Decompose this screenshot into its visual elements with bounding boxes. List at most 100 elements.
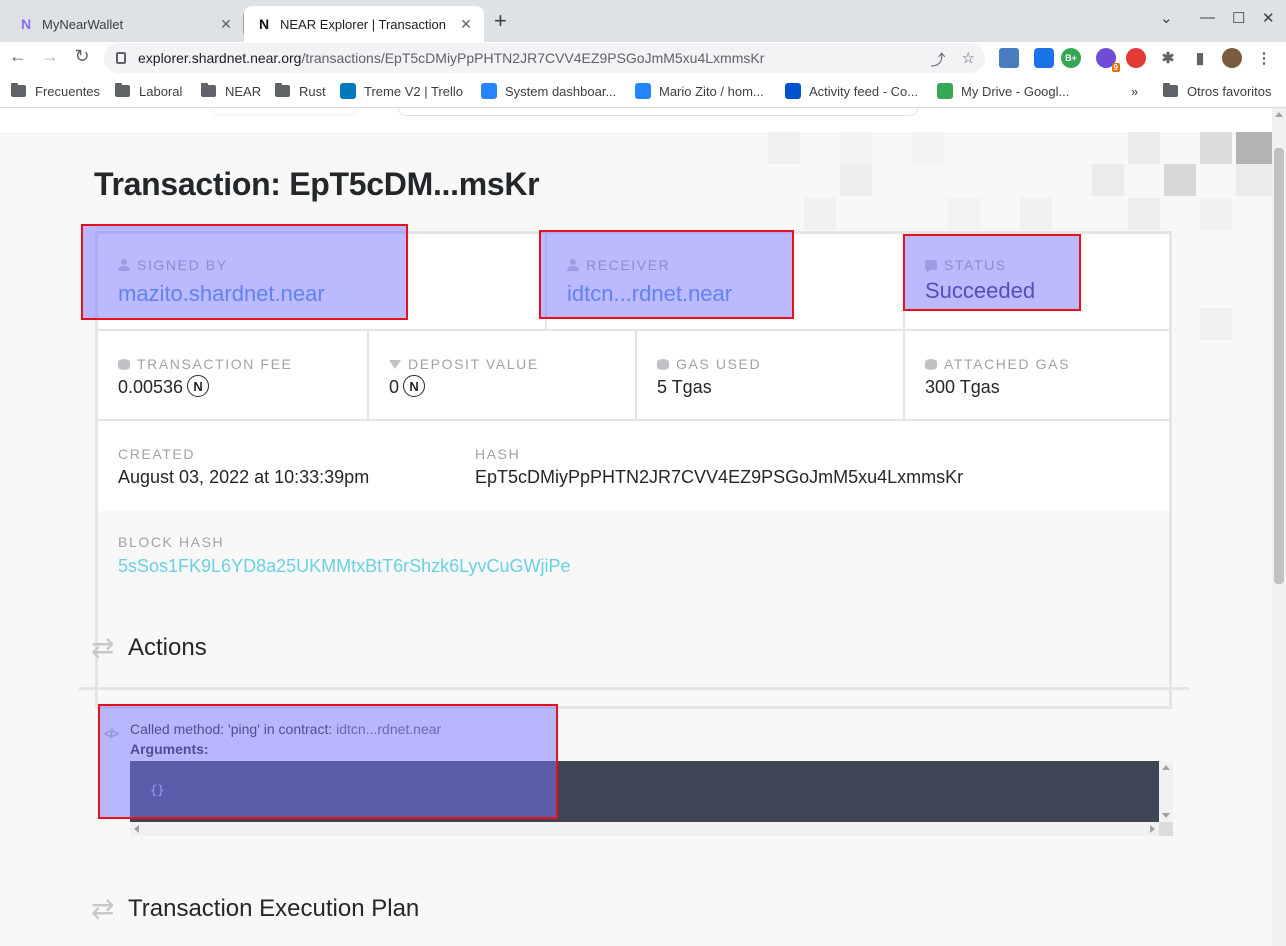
decor-tile: [1128, 132, 1160, 164]
menu-kebab-icon[interactable]: ⋮: [1254, 48, 1274, 68]
status-value: Succeeded: [925, 278, 1036, 303]
bookmark-otros-favoritos[interactable]: Otros favoritos: [1163, 82, 1272, 100]
bookmark-star-icon[interactable]: ☆: [962, 49, 975, 70]
contract-link[interactable]: idtcn...rdnet.near: [336, 721, 441, 737]
near-token-icon: N: [403, 375, 426, 398]
new-tab-button[interactable]: +: [494, 10, 507, 32]
tab-search-icon[interactable]: ⌄: [1160, 9, 1173, 27]
url-host: explorer.shardnet.near.org: [138, 50, 302, 66]
browser-toolbar: ← → ↻ explorer.shardnet.near.org/transac…: [0, 42, 1286, 74]
transaction-fee-label: TRANSACTION FEE: [118, 356, 292, 372]
bookmark-frecuentes[interactable]: Frecuentes: [11, 82, 100, 100]
bookmark-label: Laboral: [139, 83, 183, 99]
bookmark-label: Rust: [299, 83, 326, 99]
decor-tile: [1200, 198, 1232, 230]
bookmark-system-dashboard[interactable]: System dashboar...: [481, 82, 616, 100]
close-icon[interactable]: ✕: [216, 16, 236, 33]
maximize-icon[interactable]: ☐: [1232, 9, 1245, 27]
bookmark-trello[interactable]: Treme V2 | Trello: [340, 82, 463, 100]
code-vertical-scrollbar[interactable]: [1159, 761, 1173, 822]
network-selector[interactable]: [214, 108, 356, 114]
folder-icon: [201, 83, 216, 97]
actions-heading: ⇄ Actions: [91, 631, 207, 664]
code-horizontal-scrollbar[interactable]: [130, 822, 1173, 836]
address-bar[interactable]: explorer.shardnet.near.org/transactions/…: [104, 43, 985, 73]
trello-icon: [340, 83, 356, 99]
receiver-cell: RECEIVER idtcn...rdnet.near: [545, 234, 903, 329]
attached-gas-value: 300 Tgas: [925, 377, 1000, 397]
extension-b-icon[interactable]: B+: [1061, 48, 1081, 68]
bookmark-my-drive[interactable]: My Drive - Googl...: [937, 82, 1069, 100]
extension-red-icon[interactable]: [1126, 48, 1146, 68]
near-token-icon: N: [187, 375, 210, 398]
minimize-icon[interactable]: —: [1200, 9, 1215, 26]
forward-icon[interactable]: →: [39, 46, 61, 67]
transaction-fee-value: 0.00536 N: [118, 375, 210, 399]
jira-icon: [481, 83, 497, 99]
decor-tile: [1020, 198, 1052, 230]
folder-icon: [1163, 83, 1178, 97]
tab-near-explorer[interactable]: N NEAR Explorer | Transaction ✕: [244, 6, 484, 42]
execution-plan-heading-text: Transaction Execution Plan: [128, 894, 420, 922]
bookmark-label: Otros favoritos: [1187, 83, 1272, 99]
bookmark-label: Treme V2 | Trello: [364, 83, 463, 99]
execution-plan-heading: ⇄ Transaction Execution Plan: [91, 892, 419, 925]
bitbucket-icon: [635, 83, 651, 99]
arrows-exchange-icon: ⇄: [91, 893, 115, 924]
bookmark-rust[interactable]: Rust: [275, 82, 326, 100]
bookmark-label: NEAR: [225, 83, 262, 99]
transaction-fee-cell: TRANSACTION FEE 0.00536 N: [98, 331, 367, 419]
arrows-exchange-icon: ⇄: [91, 632, 115, 663]
bookmark-label: Frecuentes: [35, 83, 101, 99]
called-method-text: Called method: 'ping' in contract: idtcn…: [130, 721, 442, 737]
scroll-up-arrow[interactable]: [1275, 112, 1283, 117]
decor-tile: [840, 164, 872, 196]
share-icon[interactable]: ⤴: [931, 49, 946, 70]
coins-icon: [118, 358, 130, 370]
code-icon: </>: [104, 726, 119, 741]
reload-icon[interactable]: ↻: [71, 46, 93, 67]
decor-tile: [948, 198, 980, 230]
search-bar[interactable]: [398, 108, 918, 116]
extension-gear-icon[interactable]: 9: [1096, 48, 1120, 72]
bookmark-mario-zito[interactable]: Mario Zito / hom...: [635, 82, 764, 100]
side-panel-icon[interactable]: ▮: [1190, 48, 1210, 68]
near-wallet-icon: N: [20, 16, 32, 32]
bookmark-near[interactable]: NEAR: [201, 82, 261, 100]
url-path: /transactions/EpT5cDMiyPpPHTN2JR7CVV4EZ9…: [301, 50, 765, 66]
page-scrollbar[interactable]: [1272, 108, 1286, 946]
extension-link-icon[interactable]: [1034, 48, 1054, 68]
gas-used-label: GAS USED: [657, 356, 761, 372]
window-close-icon[interactable]: ✕: [1262, 9, 1275, 27]
signed-by-link[interactable]: mazito.shardnet.near: [118, 281, 325, 307]
tab-mynearwallet[interactable]: N MyNearWallet ✕: [8, 6, 244, 42]
bookmarks-overflow-icon[interactable]: »: [1131, 82, 1138, 100]
back-icon[interactable]: ←: [7, 46, 29, 67]
gas-used-cell: GAS USED 5 Tgas: [635, 331, 903, 419]
decor-tile: [1200, 132, 1232, 164]
decor-tile: [912, 132, 944, 164]
folder-icon: [115, 83, 130, 97]
bookmark-activity-feed[interactable]: Activity feed - Co...: [785, 82, 918, 100]
browser-tab-bar: N MyNearWallet ✕ N NEAR Explorer | Trans…: [0, 0, 1286, 42]
extensions-puzzle-icon[interactable]: ✱: [1158, 48, 1178, 68]
scrollbar-thumb[interactable]: [1274, 148, 1284, 584]
bookmark-label: System dashboar...: [505, 83, 617, 99]
close-icon[interactable]: ✕: [456, 16, 476, 33]
extension-image-icon[interactable]: [999, 48, 1019, 68]
arguments-code-box[interactable]: {}: [130, 761, 1159, 822]
bookmark-laboral[interactable]: Laboral: [115, 82, 182, 100]
folder-icon: [275, 83, 290, 97]
decor-tile: [768, 132, 800, 164]
lock-icon[interactable]: [116, 52, 126, 64]
user-icon: [118, 259, 130, 271]
receiver-link[interactable]: idtcn...rdnet.near: [567, 281, 732, 307]
deposit-value-label: DEPOSIT VALUE: [389, 356, 539, 372]
profile-avatar[interactable]: [1222, 48, 1242, 68]
filter-icon: [389, 359, 401, 369]
signed-by-cell: SIGNED BY mazito.shardnet.near: [98, 234, 545, 329]
deposit-value: 0N: [389, 375, 426, 399]
block-hash-link[interactable]: 5sSos1FK9L6YD8a25UKMMtxBtT6rShzk6LyvCuGW…: [118, 556, 571, 577]
deposit-value-cell: DEPOSIT VALUE 0N: [367, 331, 635, 419]
decor-tile: [1128, 198, 1160, 230]
